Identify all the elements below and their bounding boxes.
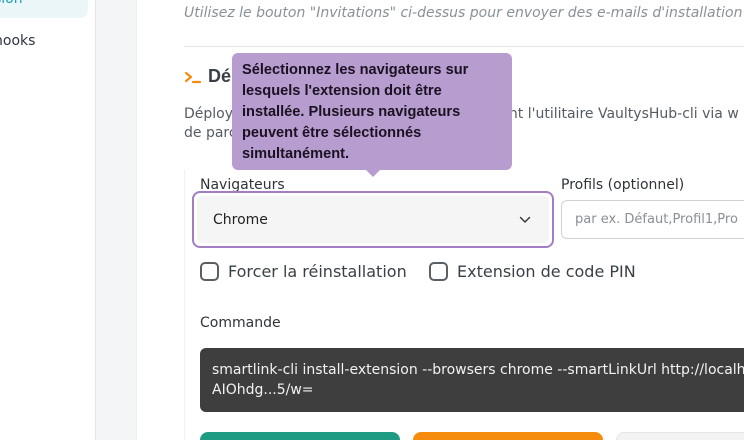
sidebar-item-webhooks[interactable]: hooks — [0, 22, 95, 60]
profiles-input[interactable] — [561, 200, 744, 239]
browsers-tooltip: Sélectionnez les navigateurs sur lesquel… — [232, 53, 512, 177]
section-title: Dé — [184, 66, 231, 87]
tooltip-text: Sélectionnez les navigateurs sur lesquel… — [242, 62, 469, 162]
sidebar-item-label: hooks — [0, 33, 36, 49]
browsers-select[interactable]: Chrome — [192, 191, 554, 248]
pin-extension-checkbox[interactable] — [429, 262, 448, 281]
force-reinstall-checkbox[interactable] — [200, 262, 219, 281]
sidebar: sion hooks — [0, 0, 96, 440]
browsers-selected-value: Chrome — [213, 211, 268, 228]
force-reinstall-option[interactable]: Forcer la réinstallation — [200, 262, 407, 281]
profiles-label: Profils (optionnel) — [561, 177, 685, 193]
sidebar-item-label: sion — [0, 0, 23, 7]
command-box[interactable]: smartlink-cli install-extension --browse… — [200, 348, 744, 412]
secondary-button[interactable] — [616, 432, 744, 440]
terminal-icon — [184, 71, 202, 83]
invitations-hint: Utilisez le bouton "Invitations" ci-dess… — [184, 5, 744, 21]
command-line-2: AIOhdg...5/w= — [212, 382, 314, 398]
pin-extension-label: Extension de code PIN — [457, 262, 636, 281]
pin-extension-option[interactable]: Extension de code PIN — [429, 262, 636, 281]
force-reinstall-label: Forcer la réinstallation — [228, 262, 407, 281]
section-title-text: Dé — [208, 66, 232, 86]
chevron-down-icon — [519, 216, 531, 223]
command-line-1: smartlink-cli install-extension --browse… — [212, 362, 744, 378]
browsers-select-inner[interactable]: Chrome — [197, 196, 549, 243]
tooltip-arrow — [366, 170, 380, 177]
sidebar-item-active[interactable]: sion — [0, 0, 88, 18]
description-end: sant l'utilitaire VaultysHub-cli via w — [493, 106, 739, 122]
description-start: Déploy — [184, 106, 234, 122]
divider — [184, 46, 744, 47]
copy-command-button[interactable] — [200, 432, 400, 440]
command-label: Commande — [200, 315, 281, 331]
download-script-button[interactable] — [413, 432, 603, 440]
